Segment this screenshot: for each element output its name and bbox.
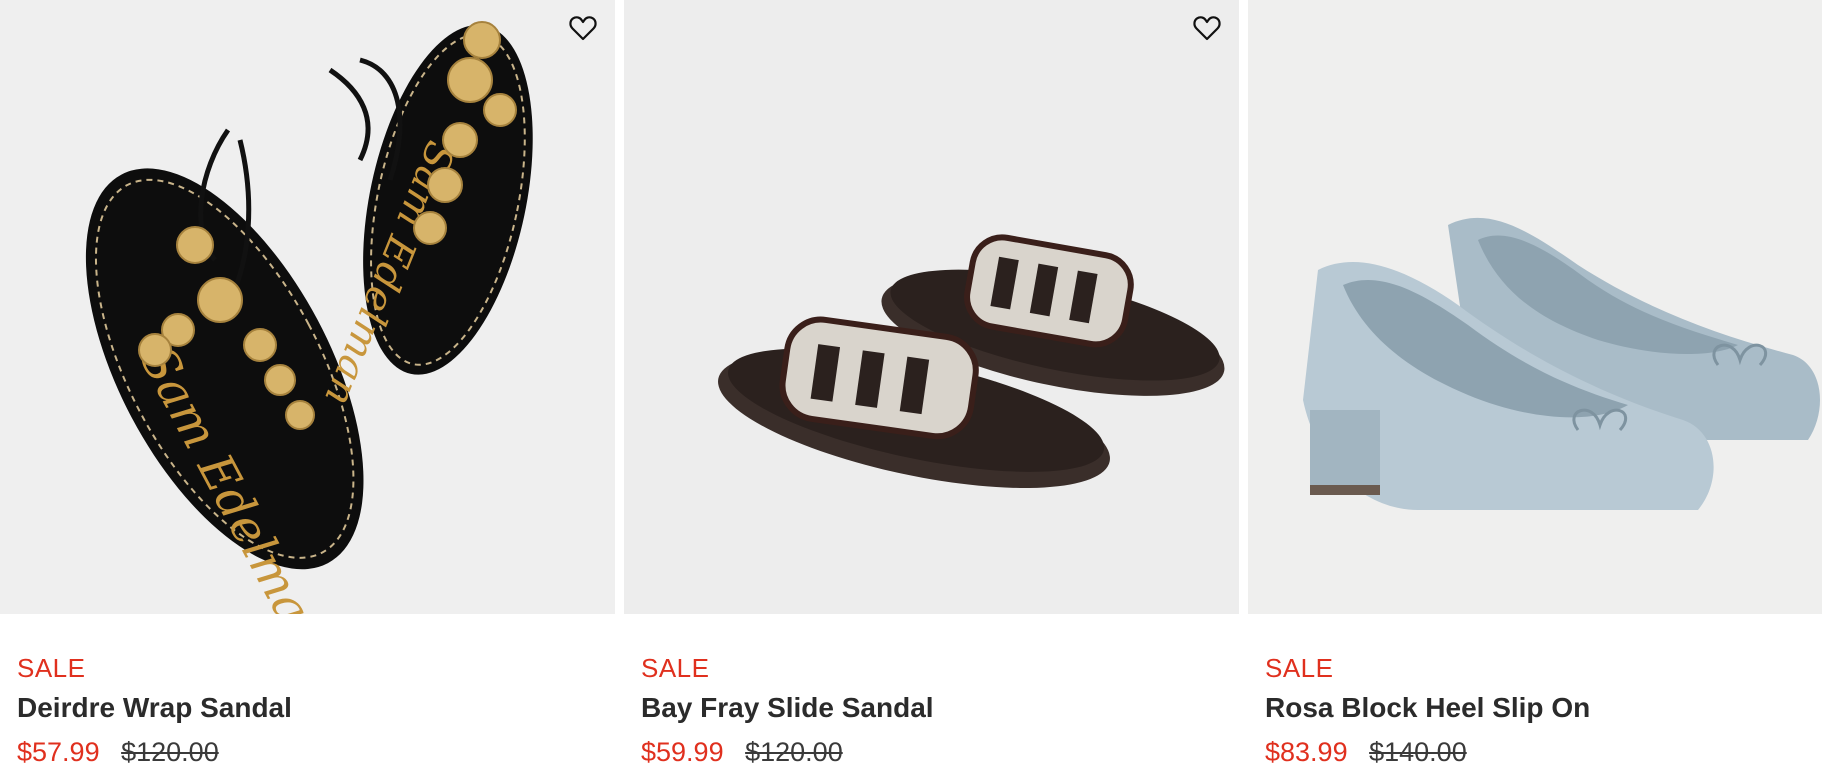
wrap-sandal-image: Sam Edelman Sam Edelman — [85, 21, 533, 614]
product-grid: Sam Edelman Sam Edelman SALE Deirdre Wra… — [0, 0, 1822, 784]
product-card[interactable]: SALE Bay Fray Slide Sandal $59.99 $120.0… — [624, 0, 1239, 784]
wishlist-button[interactable] — [563, 8, 603, 48]
product-card[interactable]: Sam Edelman Sam Edelman SALE Deirdre Wra… — [0, 0, 615, 784]
price-row: $57.99 $120.00 — [17, 732, 607, 772]
sale-price: $59.99 — [641, 737, 724, 767]
price-row: $59.99 $120.00 — [641, 732, 1231, 772]
heart-outline-icon — [569, 16, 597, 41]
product-image[interactable]: Sam Edelman Sam Edelman — [0, 0, 615, 614]
product-name[interactable]: Rosa Block Heel Slip On — [1265, 688, 1822, 730]
original-price: $140.00 — [1369, 737, 1467, 767]
sale-badge: SALE — [17, 653, 86, 683]
block-heel-image — [1303, 217, 1820, 510]
wishlist-button[interactable] — [1187, 8, 1227, 48]
price-row: $83.99 $140.00 — [1265, 732, 1822, 772]
product-card[interactable]: SALE Rosa Block Heel Slip On $83.99 $140… — [1248, 0, 1822, 784]
product-image[interactable] — [624, 0, 1239, 614]
product-info: SALE Rosa Block Heel Slip On $83.99 $140… — [1265, 650, 1822, 772]
sale-price: $83.99 — [1265, 737, 1348, 767]
sale-price: $57.99 — [17, 737, 100, 767]
heart-outline-icon — [1193, 16, 1221, 41]
product-name[interactable]: Bay Fray Slide Sandal — [641, 688, 1231, 730]
product-image[interactable] — [1248, 0, 1822, 614]
product-info: SALE Bay Fray Slide Sandal $59.99 $120.0… — [641, 650, 1231, 772]
product-info: SALE Deirdre Wrap Sandal $57.99 $120.00 — [17, 650, 607, 772]
sale-badge: SALE — [641, 653, 710, 683]
original-price: $120.00 — [121, 737, 219, 767]
slide-sandal-image — [718, 234, 1225, 488]
original-price: $120.00 — [745, 737, 843, 767]
product-name[interactable]: Deirdre Wrap Sandal — [17, 688, 607, 730]
sale-badge: SALE — [1265, 653, 1334, 683]
